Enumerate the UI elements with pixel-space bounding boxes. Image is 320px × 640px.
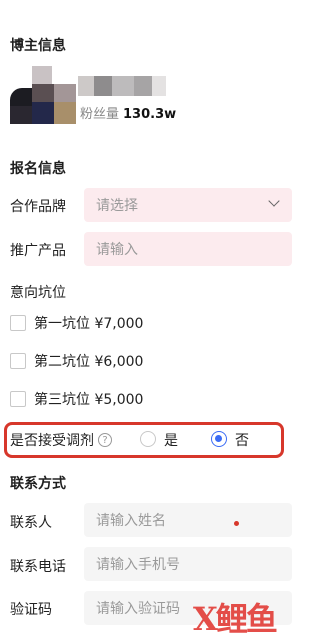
contact-name-label: 联系人 xyxy=(10,515,52,531)
help-icon[interactable]: ? xyxy=(98,433,112,447)
slot-2-checkbox[interactable] xyxy=(10,353,26,369)
blogger-section-title: 博主信息 xyxy=(10,38,66,54)
brand-label: 合作品牌 xyxy=(10,199,66,215)
avatar xyxy=(10,66,78,124)
watermark-text: X鲤鱼 xyxy=(193,600,278,638)
chevron-down-icon xyxy=(268,195,280,207)
contact-phone-placeholder: 请输入手机号 xyxy=(96,557,180,573)
verify-code-label: 验证码 xyxy=(10,602,52,618)
adjust-question-label: 是否接受调剂 xyxy=(10,433,94,449)
watermark-logo: X鲤鱼 xyxy=(193,586,297,640)
brand-select[interactable]: 请选择 xyxy=(84,188,292,222)
adjust-yes-label[interactable]: 是 xyxy=(164,430,178,450)
blogger-name-blurred xyxy=(78,76,166,96)
brand-select-placeholder: 请选择 xyxy=(96,198,138,214)
signup-section-title: 报名信息 xyxy=(10,161,66,177)
fans-label: 粉丝量 xyxy=(80,107,120,122)
adjust-no-label[interactable]: 否 xyxy=(235,430,249,450)
slot-3-label: 第三坑位 ¥5,000 xyxy=(34,392,144,408)
contact-name-input[interactable]: 请输入姓名 xyxy=(84,503,292,537)
red-dot-marker xyxy=(234,521,239,526)
contact-section-title: 联系方式 xyxy=(10,476,66,492)
product-input[interactable]: 请输入 xyxy=(84,232,292,266)
adjust-question: 是否接受调剂 ? xyxy=(10,430,112,450)
product-input-placeholder: 请输入 xyxy=(96,242,138,258)
adjust-no-radio[interactable] xyxy=(211,431,227,447)
slot-option-1[interactable]: 第一坑位 ¥7,000 xyxy=(10,313,143,333)
fans-count: 粉丝量 130.3w xyxy=(80,103,176,122)
slot-2-label: 第二坑位 ¥6,000 xyxy=(34,354,144,370)
fans-value: 130.3w xyxy=(123,107,177,122)
verify-code-placeholder: 请输入验证码 xyxy=(96,601,180,617)
product-label: 推广产品 xyxy=(10,243,66,259)
contact-name-placeholder: 请输入姓名 xyxy=(96,513,166,529)
contact-phone-input[interactable]: 请输入手机号 xyxy=(84,547,292,581)
slot-label: 意向坑位 xyxy=(10,285,66,301)
slot-3-checkbox[interactable] xyxy=(10,391,26,407)
slot-option-2[interactable]: 第二坑位 ¥6,000 xyxy=(10,351,143,371)
slot-option-3[interactable]: 第三坑位 ¥5,000 xyxy=(10,389,143,409)
adjust-yes-radio[interactable] xyxy=(140,431,156,447)
slot-1-label: 第一坑位 ¥7,000 xyxy=(34,316,144,332)
slot-1-checkbox[interactable] xyxy=(10,315,26,331)
contact-phone-label: 联系电话 xyxy=(10,559,66,575)
